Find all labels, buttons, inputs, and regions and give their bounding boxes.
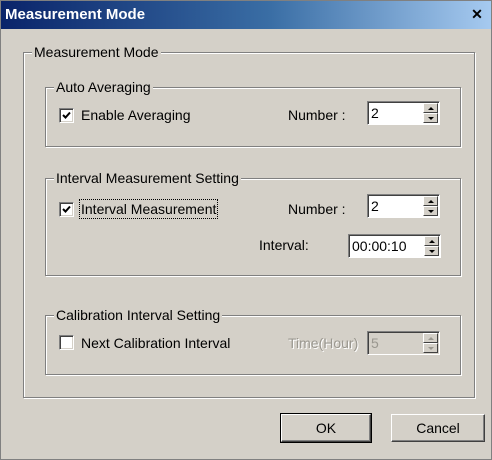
interval-measurement-checkbox[interactable] [59, 202, 74, 217]
interval-number-value: 2 [371, 198, 379, 214]
averaging-number-value: 2 [371, 105, 379, 121]
enable-averaging-checkbox[interactable] [59, 108, 74, 123]
arrow-up-icon [428, 200, 434, 203]
interval-setting-legend: Interval Measurement Setting [54, 170, 241, 186]
interval-number-spinner[interactable]: 2 [367, 194, 440, 218]
averaging-number-spinner[interactable]: 2 [367, 101, 440, 125]
auto-averaging-legend: Auto Averaging [54, 79, 153, 95]
interval-number-up-button[interactable] [423, 196, 438, 206]
arrow-up-icon [428, 337, 434, 340]
arrow-up-icon [429, 240, 435, 243]
cancel-button[interactable]: Cancel [391, 414, 485, 442]
averaging-number-up-button[interactable] [423, 103, 438, 113]
arrow-down-icon [428, 210, 434, 213]
calibration-time-spinner[interactable]: 5 [367, 331, 440, 355]
interval-time-up-button[interactable] [424, 236, 439, 246]
calibration-time-up-button[interactable] [423, 333, 438, 343]
interval-time-down-button[interactable] [424, 246, 439, 256]
checkmark-icon [62, 111, 71, 119]
interval-number-down-button[interactable] [423, 206, 438, 216]
arrow-down-icon [429, 250, 435, 253]
measurement-mode-dialog: Measurement Mode ✕ Measurement Mode Auto… [0, 0, 492, 460]
measurement-mode-legend: Measurement Mode [32, 44, 161, 60]
arrow-down-icon [428, 117, 434, 120]
arrow-down-icon [428, 347, 434, 350]
calibration-time-label: Time(Hour) [288, 335, 359, 351]
interval-setting-group: Interval Measurement Setting [45, 170, 461, 276]
interval-number-label: Number : [288, 201, 346, 217]
averaging-number-label: Number : [288, 107, 346, 123]
ok-button[interactable]: OK [280, 413, 372, 443]
interval-time-label: Interval: [259, 237, 309, 253]
interval-time-value: 00:00:10 [352, 238, 407, 254]
close-icon[interactable]: ✕ [469, 7, 485, 21]
window-title: Measurement Mode [5, 6, 146, 23]
next-calibration-checkbox[interactable] [59, 335, 74, 350]
interval-time-spinner[interactable]: 00:00:10 [348, 234, 441, 258]
averaging-number-down-button[interactable] [423, 113, 438, 123]
checkmark-icon [62, 205, 71, 213]
calibration-time-down-button[interactable] [423, 343, 438, 353]
calibration-time-value: 5 [371, 335, 379, 351]
arrow-up-icon [428, 107, 434, 110]
enable-averaging-label: Enable Averaging [81, 107, 191, 123]
title-bar[interactable]: Measurement Mode ✕ [1, 1, 491, 29]
interval-measurement-label[interactable]: Interval Measurement [78, 199, 219, 219]
calibration-setting-legend: Calibration Interval Setting [54, 307, 223, 323]
next-calibration-label: Next Calibration Interval [81, 335, 231, 351]
